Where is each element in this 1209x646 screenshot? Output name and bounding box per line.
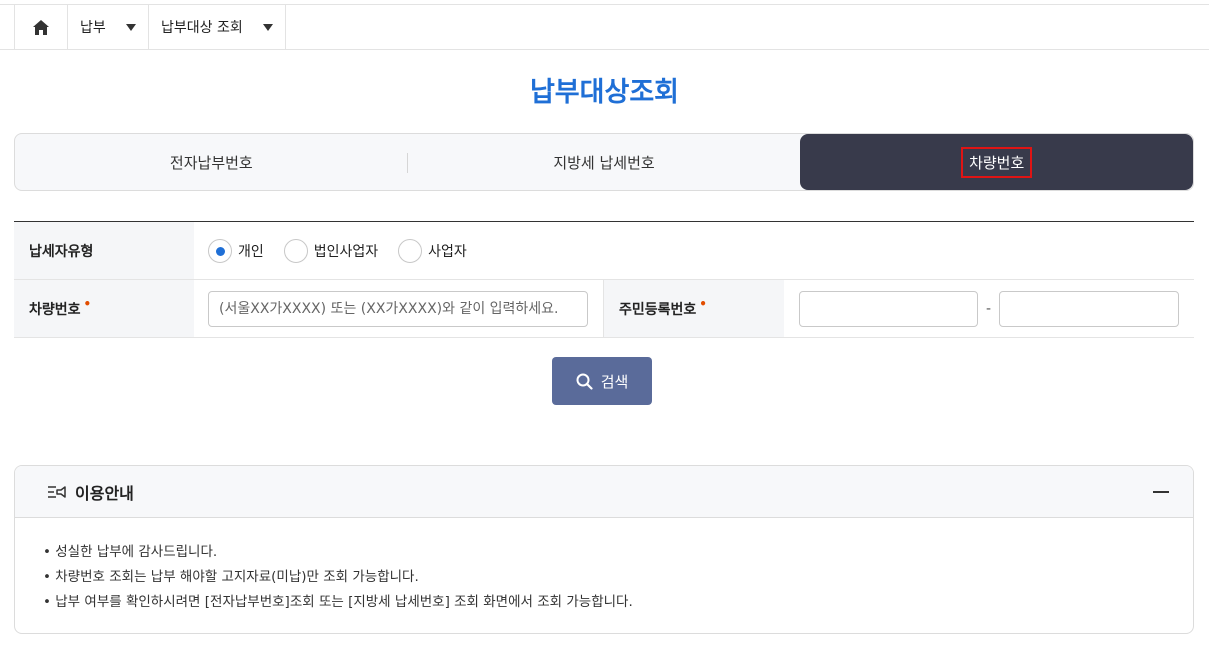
breadcrumb-label: 납부 <box>80 20 106 36</box>
page-title: 납부대상조회 <box>529 77 680 108</box>
guide-icon <box>48 485 66 498</box>
search-form: 납세자유형 개인 법인사업자 사업자 차량번호 • 주민등록번호 • <box>14 221 1194 338</box>
search-icon <box>576 373 593 390</box>
resident-number-back-input[interactable] <box>999 290 1180 327</box>
radio-circle[interactable] <box>398 238 423 263</box>
car-number-input[interactable] <box>208 290 588 327</box>
home-button[interactable] <box>14 5 68 49</box>
resident-number-front-input[interactable] <box>799 290 978 327</box>
home-icon <box>33 19 49 35</box>
car-number-label: 차량번호 • <box>14 280 194 337</box>
car-number-row: 차량번호 • 주민등록번호 • - <box>14 280 1194 338</box>
tab-electronic-payment-number[interactable]: 전자납부번호 <box>15 134 408 190</box>
usage-guide-panel: 이용안내 성실한 납부에 감사드립니다. 차량번호 조회는 납부 해야할 고지자… <box>14 465 1194 634</box>
radio-label: 사업자 <box>428 243 467 260</box>
caret-down-icon <box>263 23 273 31</box>
collapse-icon[interactable] <box>1153 491 1169 493</box>
usage-guide-header[interactable]: 이용안내 <box>15 466 1193 518</box>
resident-number-cell: - <box>784 280 1180 337</box>
radio-business[interactable]: 사업자 <box>398 238 467 263</box>
caret-down-icon <box>126 23 136 31</box>
car-number-cell <box>194 280 604 337</box>
tab-label: 지방세 납세번호 <box>553 153 655 172</box>
required-mark: • <box>83 296 92 311</box>
list-item: 성실한 납부에 감사드립니다. <box>43 540 1193 565</box>
usage-guide-list: 성실한 납부에 감사드립니다. 차량번호 조회는 납부 해야할 고지자료(미납)… <box>15 518 1193 615</box>
resident-number-label: 주민등록번호 • <box>604 280 784 337</box>
usage-guide-title: 이용안내 <box>75 483 134 503</box>
required-mark: • <box>699 296 707 311</box>
list-item: 차량번호 조회는 납부 해야할 고지자료(미납)만 조회 가능합니다. <box>43 565 1193 590</box>
taxpayer-type-options: 개인 법인사업자 사업자 <box>194 222 487 279</box>
tab-label: 차량번호 <box>961 146 1033 178</box>
lookup-tabs: 전자납부번호 지방세 납세번호 차량번호 <box>14 133 1194 191</box>
radio-individual[interactable]: 개인 <box>208 238 264 263</box>
breadcrumb: 납부 납부대상 조회 <box>0 4 1209 50</box>
resident-number-label-text: 주민등록번호 <box>619 301 697 318</box>
radio-corporate[interactable]: 법인사업자 <box>283 238 379 263</box>
search-button[interactable]: 검색 <box>552 357 652 405</box>
radio-label: 법인사업자 <box>313 243 379 260</box>
list-item: 납부 여부를 확인하시려면 [전자납부번호]조회 또는 [지방세 납세번호] 조… <box>43 590 1193 615</box>
breadcrumb-item-lookup[interactable]: 납부대상 조회 <box>149 5 286 49</box>
car-number-label-text: 차량번호 <box>29 301 81 318</box>
breadcrumb-item-payment[interactable]: 납부 <box>68 5 149 49</box>
radio-circle-checked[interactable] <box>208 238 232 263</box>
taxpayer-type-row: 납세자유형 개인 법인사업자 사업자 <box>14 222 1194 280</box>
tab-label: 전자납부번호 <box>169 153 253 172</box>
radio-circle[interactable] <box>283 238 308 263</box>
tab-car-number[interactable]: 차량번호 <box>800 134 1193 190</box>
tab-local-tax-number[interactable]: 지방세 납세번호 <box>408 134 801 190</box>
radio-label: 개인 <box>238 243 264 260</box>
taxpayer-type-label: 납세자유형 <box>14 222 194 279</box>
resident-number-separator: - <box>986 300 992 317</box>
search-button-label: 검색 <box>600 372 629 391</box>
breadcrumb-label: 납부대상 조회 <box>161 20 243 36</box>
